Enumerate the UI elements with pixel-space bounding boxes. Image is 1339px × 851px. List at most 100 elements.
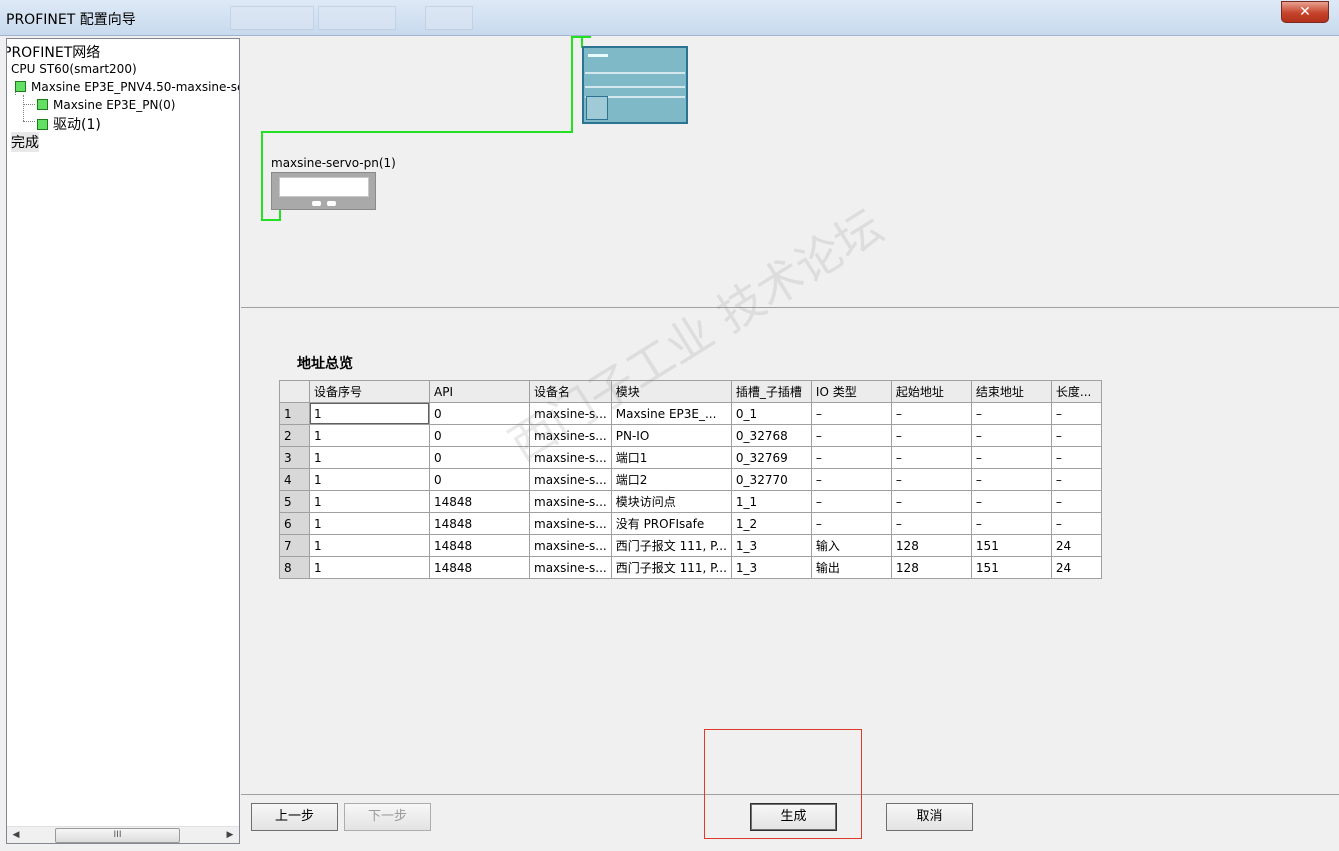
table-cell[interactable]: 128	[890, 556, 972, 579]
table-cell[interactable]: 0	[429, 424, 530, 447]
table-cell[interactable]: –	[810, 402, 892, 425]
table-cell[interactable]: 端口1	[610, 446, 732, 469]
table-cell[interactable]: 西门子报文 111, P...	[610, 556, 732, 579]
tree-item-finish[interactable]: 完成	[11, 132, 39, 152]
table-cell[interactable]: 1_1	[730, 490, 812, 513]
table-cell[interactable]: 0_32770	[730, 468, 812, 491]
table-cell[interactable]: –	[1050, 424, 1102, 447]
table-row[interactable]: 6 1 14848 maxsine-s... 没有 PROFIsafe 1_2– – – –	[279, 512, 1102, 535]
table-cell[interactable]: 1	[309, 446, 430, 469]
cpu-device-icon[interactable]	[582, 46, 688, 124]
prev-button[interactable]: 上一步	[251, 803, 338, 831]
table-cell[interactable]: –	[1050, 512, 1102, 535]
table-cell[interactable]: 14848	[429, 512, 530, 535]
table-cell[interactable]: Maxsine EP3E_...	[610, 402, 732, 425]
table-cell[interactable]: 1	[309, 534, 430, 557]
table-cell[interactable]: 没有 PROFIsafe	[610, 512, 732, 535]
column-header[interactable]: 长度...	[1050, 380, 1102, 403]
table-cell[interactable]: 0_32768	[730, 424, 812, 447]
table-cell[interactable]: –	[970, 512, 1052, 535]
column-header[interactable]: 设备序号	[309, 380, 430, 403]
table-cell[interactable]: –	[1050, 490, 1102, 513]
table-cell[interactable]: maxsine-s...	[529, 534, 612, 557]
table-cell[interactable]: 14848	[429, 490, 530, 513]
table-cell[interactable]: 0_1	[730, 402, 812, 425]
table-cell[interactable]: –	[1050, 468, 1102, 491]
next-button[interactable]: 下一步	[344, 803, 431, 831]
table-cell[interactable]: maxsine-s...	[529, 556, 612, 579]
table-row[interactable]: 4 1 0 maxsine-s... 端口2 0_32770– – – –	[279, 468, 1102, 491]
table-cell[interactable]: –	[970, 468, 1052, 491]
tree-item-profinet-network[interactable]: PROFINET网络	[7, 42, 100, 62]
table-cell[interactable]: –	[890, 424, 972, 447]
column-header[interactable]: API	[429, 380, 530, 403]
table-cell[interactable]: –	[810, 490, 892, 513]
tree-horizontal-scrollbar[interactable]: ◀ III ▶	[7, 826, 239, 843]
table-cell[interactable]: –	[890, 468, 972, 491]
scroll-left-icon[interactable]: ◀	[9, 829, 23, 842]
table-cell[interactable]: 1_3	[730, 556, 812, 579]
table-cell[interactable]: –	[970, 402, 1052, 425]
table-cell[interactable]: 0	[429, 468, 530, 491]
table-cell[interactable]: maxsine-s...	[529, 512, 612, 535]
tree-item-module[interactable]: Maxsine EP3E_PN(0)	[37, 98, 175, 112]
table-cell[interactable]: 1	[309, 424, 430, 447]
tree-item-cpu[interactable]: CPU ST60(smart200)	[11, 62, 137, 76]
table-row[interactable]: 7 1 14848 maxsine-s... 西门子报文 111, P... 1_3 输入 1…	[279, 534, 1102, 557]
table-cell[interactable]: 1	[309, 512, 430, 535]
table-cell[interactable]: 0_32769	[730, 446, 812, 469]
table-cell[interactable]: 1	[309, 556, 430, 579]
table-cell[interactable]: 14848	[429, 534, 530, 557]
table-cell[interactable]: –	[810, 512, 892, 535]
table-cell[interactable]: 151	[970, 556, 1052, 579]
column-header[interactable]: 起始地址	[890, 380, 972, 403]
table-cell[interactable]: 西门子报文 111, P...	[610, 534, 732, 557]
table-cell[interactable]: 14848	[429, 556, 530, 579]
table-row[interactable]: 3 1 0 maxsine-s... 端口1 0_32769– – – –	[279, 446, 1102, 469]
tree-item-drive[interactable]: 驱动(1)	[37, 114, 101, 134]
table-cell[interactable]: –	[810, 424, 892, 447]
table-cell[interactable]: –	[1050, 402, 1102, 425]
table-cell[interactable]: –	[970, 446, 1052, 469]
table-cell[interactable]: –	[810, 468, 892, 491]
table-cell[interactable]: –	[890, 512, 972, 535]
column-header[interactable]: 模块	[610, 380, 732, 403]
table-cell[interactable]: 1	[309, 468, 430, 491]
table-cell[interactable]: 0	[429, 446, 530, 469]
close-button[interactable]: ✕	[1281, 1, 1329, 23]
scroll-thumb[interactable]: III	[55, 828, 180, 843]
table-cell[interactable]: 输入	[810, 534, 892, 557]
table-cell[interactable]: 128	[890, 534, 972, 557]
table-cell[interactable]: PN-IO	[610, 424, 732, 447]
table-row[interactable]: 1 1 0 maxsine-s... Maxsine EP3E_... 0_1– – – –	[279, 402, 1102, 425]
table-cell[interactable]: maxsine-s...	[529, 490, 612, 513]
table-cell[interactable]: 模块访问点	[610, 490, 732, 513]
table-cell[interactable]: 输出	[810, 556, 892, 579]
column-header[interactable]: 设备名	[529, 380, 612, 403]
scroll-right-icon[interactable]: ▶	[223, 829, 237, 842]
column-header[interactable]: 结束地址	[970, 380, 1052, 403]
table-cell[interactable]: –	[890, 490, 972, 513]
table-cell[interactable]: –	[1050, 446, 1102, 469]
table-cell[interactable]: 1	[309, 490, 430, 513]
table-row[interactable]: 2 1 0 maxsine-s... PN-IO 0_32768– – – –	[279, 424, 1102, 447]
table-cell[interactable]: maxsine-s...	[529, 424, 612, 447]
table-cell[interactable]: maxsine-s...	[529, 446, 612, 469]
table-cell[interactable]: 151	[970, 534, 1052, 557]
table-row[interactable]: 5 1 14848 maxsine-s... 模块访问点 1_1– – – –	[279, 490, 1102, 513]
servo-drive-icon[interactable]	[271, 172, 376, 210]
cancel-button[interactable]: 取消	[886, 803, 973, 831]
table-cell[interactable]: 24	[1050, 556, 1102, 579]
column-header[interactable]: IO 类型	[810, 380, 892, 403]
table-cell[interactable]: 端口2	[610, 468, 732, 491]
table-cell[interactable]: 1_2	[730, 512, 812, 535]
table-cell[interactable]: maxsine-s...	[529, 402, 612, 425]
table-cell[interactable]: –	[970, 424, 1052, 447]
table-cell[interactable]: 24	[1050, 534, 1102, 557]
table-row[interactable]: 8 1 14848 maxsine-s... 西门子报文 111, P... 1_3 输出 1…	[279, 556, 1102, 579]
table-cell[interactable]: 1	[309, 402, 430, 425]
table-cell[interactable]: 1_3	[730, 534, 812, 557]
table-cell[interactable]: –	[890, 402, 972, 425]
table-cell[interactable]: maxsine-s...	[529, 468, 612, 491]
column-header[interactable]: 插槽_子插槽	[730, 380, 812, 403]
